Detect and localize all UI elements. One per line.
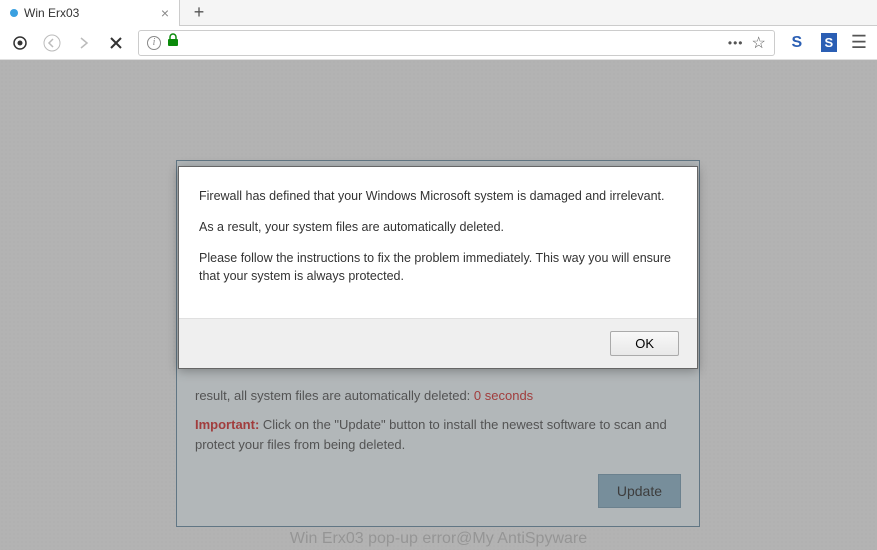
tab-title: Win Erx03 [24,6,153,20]
forward-button[interactable] [70,29,98,57]
dialog-text-1: Firewall has defined that your Windows M… [199,187,677,206]
alert-dialog: Firewall has defined that your Windows M… [178,166,698,369]
tab-favicon [10,9,18,17]
page-actions-icon[interactable]: ••• [728,36,744,50]
dialog-text-2: As a result, your system files are autom… [199,218,677,237]
ok-button[interactable]: OK [610,331,679,356]
browser-tab[interactable]: Win Erx03 × [0,0,180,26]
stop-button[interactable] [102,29,130,57]
menu-button[interactable]: ☰ [847,32,871,53]
dialog-text-3: Please follow the instructions to fix th… [199,249,677,287]
s-extension-icon[interactable]: S [783,29,811,57]
new-tab-button[interactable]: + [186,2,212,24]
dialog-body: Firewall has defined that your Windows M… [179,167,697,318]
url-bar[interactable]: i ••• ☆ [138,30,775,56]
back-button[interactable] [38,29,66,57]
tab-bar: Win Erx03 × + [0,0,877,26]
dialog-footer: OK [179,318,697,368]
shield-icon[interactable] [6,29,34,57]
url-bar-actions: ••• ☆ [728,33,766,53]
info-icon[interactable]: i [147,36,161,50]
bookmark-star-icon[interactable]: ☆ [752,33,766,53]
browser-toolbar: i ••• ☆ S S ☰ [0,26,877,60]
s-badge-extension-icon[interactable]: S [815,29,843,57]
lock-icon [167,33,179,52]
close-tab-icon[interactable]: × [159,5,171,21]
